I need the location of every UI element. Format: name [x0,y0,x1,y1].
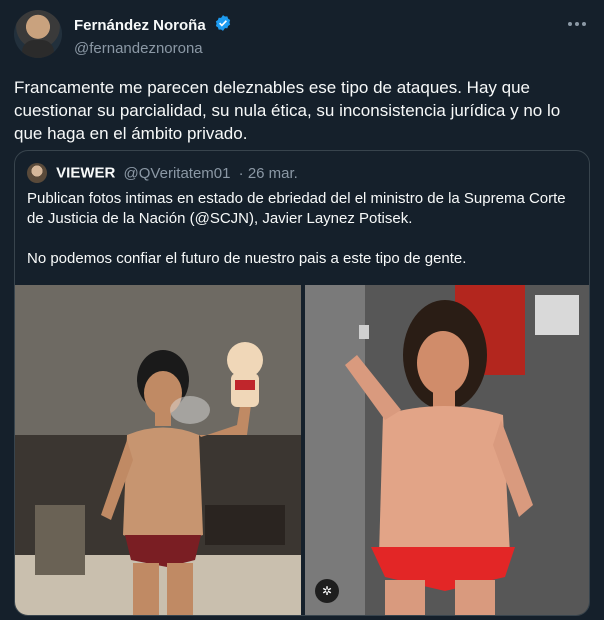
verified-badge-icon [214,14,232,37]
quoted-tweet[interactable]: VIEWER @QVeritatem01 · 26 mar. Publican … [14,150,590,616]
author-avatar[interactable] [14,10,62,58]
more-options-icon[interactable] [568,16,588,32]
media-expand-icon[interactable]: ✲ [315,579,339,603]
quoted-display-name: VIEWER [56,164,116,182]
tweet-header: Fernández Noroña @fernandeznorona [14,10,590,60]
quoted-avatar [27,163,47,183]
author-handle[interactable]: @fernandeznorona [74,40,232,57]
quoted-media[interactable]: ✲ [15,285,589,615]
author-names: Fernández Noroña @fernandeznorona [74,14,232,57]
avatar-shirt [22,40,54,58]
tweet-text: Francamente me parecen deleznables ese t… [14,78,561,143]
quoted-text: Publican fotos intimas en estado de ebri… [27,189,579,289]
quoted-paragraph-2: No podemos confiar el futuro de nuestro … [27,250,467,267]
quoted-handle: @QVeritatem01 [123,164,231,182]
photo-right[interactable] [305,285,589,615]
quoted-paragraph-1: Publican fotos intimas en estado de ebri… [27,190,566,227]
author-display-name[interactable]: Fernández Noroña [74,17,206,34]
quoted-header: VIEWER @QVeritatem01 · 26 mar. [27,163,298,183]
photo-left[interactable] [15,285,301,615]
quoted-date: · 26 mar. [238,164,298,182]
